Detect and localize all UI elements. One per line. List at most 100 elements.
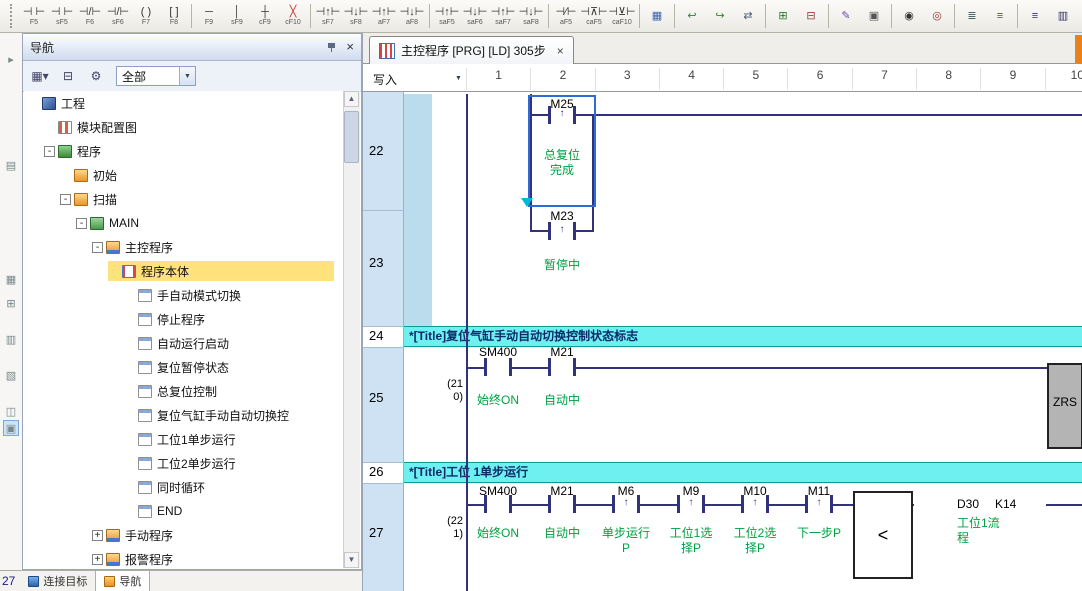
scrollbar-thumb[interactable] <box>344 111 359 163</box>
chevron-down-icon[interactable]: ▼ <box>455 75 462 82</box>
dock-icon-3[interactable]: ▦ <box>3 272 19 288</box>
closed-contact-button[interactable]: ⊣/⊢F6 <box>76 1 104 32</box>
or-falling-pulse-closed-button[interactable]: ⊣↓⊢saF8 <box>517 1 545 32</box>
insert-row-button[interactable]: ⊞ <box>769 1 797 32</box>
dock-icon-7[interactable]: ◫ <box>3 404 19 420</box>
tree-scrollbar[interactable]: ▲ ▼ <box>343 91 360 568</box>
rung-title-row[interactable]: *[Title]复位气缸手动自动切换控制状态标志 <box>404 326 1082 347</box>
or-rising-pulse-button[interactable]: ⊣↑⊢aF7 <box>370 1 398 32</box>
coil-button[interactable]: ( )F7 <box>132 1 160 32</box>
find-replace-button[interactable]: ◎ <box>923 1 951 32</box>
dock-icon-8[interactable]: ▣ <box>3 420 19 436</box>
dock-icon-5[interactable]: ▥ <box>3 332 19 348</box>
contact-M21[interactable] <box>548 358 576 376</box>
invert-operation-button[interactable]: ⊣∕⊢aF5 <box>552 1 580 32</box>
expand-collapse-icon[interactable]: - <box>44 146 55 157</box>
recalculate-line-button[interactable]: ⇄ <box>734 1 762 32</box>
tree-item-alarm-program[interactable]: + 报警程序 <box>24 547 344 568</box>
tab-connection-destination[interactable]: 连接目标 <box>20 571 95 591</box>
settings-gear-icon[interactable]: ⚙ <box>83 64 109 88</box>
wrap-create-button[interactable]: ↩ <box>678 1 706 32</box>
rung-title-row[interactable]: *[Title]工位 1单步运行 <box>404 462 1082 483</box>
tree-item-total-reset-control[interactable]: 总复位控制 <box>24 379 344 403</box>
tree-item-end[interactable]: END <box>24 499 344 523</box>
falling-pulse-contact-button[interactable]: ⊣↓⊢sF8 <box>342 1 370 32</box>
dock-icon-2[interactable]: ▤ <box>3 158 19 174</box>
tree-item-reset-pause-state[interactable]: 复位暂停状态 <box>24 355 344 379</box>
expand-collapse-icon[interactable]: - <box>60 194 71 205</box>
column-header: 8 <box>916 68 980 90</box>
convert-falling-button[interactable]: ⊣⊻⊢caF10 <box>608 1 636 32</box>
or-open-contact-button[interactable]: ⊣ ⊢sF5 <box>48 1 76 32</box>
expand-collapse-icon[interactable]: + <box>92 530 103 541</box>
display-mode-button[interactable]: ▦▾ <box>27 64 53 88</box>
find-device-button[interactable]: ◉ <box>895 1 923 32</box>
split-window-button[interactable]: ▥ <box>1049 1 1077 32</box>
delete-horizontal-line-button[interactable]: ┼cF9 <box>251 1 279 32</box>
tree-item-main-control-program[interactable]: - 主控程序 <box>24 235 344 259</box>
statement-display-button[interactable]: ≡ <box>986 1 1014 32</box>
device-label: M21 <box>534 345 590 359</box>
tree-item-manual-auto-mode-switch[interactable]: 手自动模式切换 <box>24 283 344 307</box>
tree-item-program[interactable]: - 程序 <box>24 139 344 163</box>
or-rising-pulse-closed-button[interactable]: ⊣↑⊢saF7 <box>489 1 517 32</box>
tree-item-program-body[interactable]: 程序本体 <box>24 259 344 283</box>
or-closed-contact-button[interactable]: ⊣/⊢sF6 <box>104 1 132 32</box>
application-instruction-button[interactable]: [ ]F8 <box>160 1 188 32</box>
tree-item-auto-run-start[interactable]: 自动运行启动 <box>24 331 344 355</box>
tree-item-project[interactable]: 工程 <box>24 91 344 115</box>
inline-structured-text-button[interactable]: ▦ <box>643 1 671 32</box>
expand-collapse-icon[interactable]: - <box>76 218 87 229</box>
toolbar-button-icon: ⇄ <box>743 10 752 23</box>
close-tab-icon[interactable]: × <box>557 44 564 58</box>
dock-icon-4[interactable]: ⊞ <box>3 296 19 312</box>
tab-navigation[interactable]: 导航 <box>95 571 150 591</box>
rising-pulse-closed-button[interactable]: ⊣↑⊢saF5 <box>433 1 461 32</box>
tree-item-station1-single-step[interactable]: 工位1单步运行 <box>24 427 344 451</box>
tree-item-station2-single-step[interactable]: 工位2单步运行 <box>24 451 344 475</box>
document-tab[interactable]: 主控程序 [PRG] [LD] 305步 × <box>369 36 574 64</box>
tree-item-initial[interactable]: 初始 <box>24 163 344 187</box>
tree-item-scan[interactable]: - 扫描 <box>24 187 344 211</box>
display-lines-button[interactable]: ≡ <box>1021 1 1049 32</box>
tree-item-module-config[interactable]: 模块配置图 <box>24 115 344 139</box>
contact-SM400[interactable] <box>484 358 512 376</box>
tree-item-simultaneous-cycle[interactable]: 同时循环 <box>24 475 344 499</box>
scroll-up-icon[interactable]: ▲ <box>344 91 359 107</box>
tree-item-reset-cylinder-switch[interactable]: 复位气缸手动自动切换控 <box>24 403 344 427</box>
chevron-down-icon[interactable]: ▼ <box>179 67 195 85</box>
vertical-line-button[interactable]: │sF9 <box>223 1 251 32</box>
expand-collapse-icon[interactable]: + <box>92 554 103 565</box>
convert-rising-button[interactable]: ⊣⊼⊢caF5 <box>580 1 608 32</box>
toolbar-button-icon: ≡ <box>997 10 1003 23</box>
tree-item-manual-program[interactable]: + 手动程序 <box>24 523 344 547</box>
dock-icon-6[interactable]: ▧ <box>3 368 19 384</box>
open-contact-button[interactable]: ⊣ ⊢F5 <box>20 1 48 32</box>
expand-collapse-icon[interactable]: - <box>92 242 103 253</box>
rising-pulse-contact-button[interactable]: ⊣↑⊢sF7 <box>314 1 342 32</box>
toolbar-button-icon: ⊣↓⊢ <box>400 6 425 19</box>
collapse-all-button[interactable]: ⊟ <box>55 64 81 88</box>
compare-instruction-block[interactable]: < <box>853 491 913 579</box>
instruction-block-zrst[interactable]: ZRS <box>1047 363 1082 449</box>
close-icon[interactable]: × <box>346 41 354 53</box>
filter-select[interactable]: 全部 ▼ <box>116 66 196 86</box>
toolbar-button-icon: ⊣↑⊢ <box>316 6 341 19</box>
dock-icon-1[interactable]: ▸ <box>3 52 19 68</box>
scroll-down-icon[interactable]: ▼ <box>344 552 359 568</box>
horizontal-line-button[interactable]: ─F9 <box>195 1 223 32</box>
or-falling-pulse-button[interactable]: ⊣↓⊢aF8 <box>398 1 426 32</box>
wrap-delete-button[interactable]: ↪ <box>706 1 734 32</box>
copy-document-button[interactable]: ▣ <box>860 1 888 32</box>
delete-vertical-line-button[interactable]: ╳cF10 <box>279 1 307 32</box>
toolbar-drag-handle[interactable] <box>10 4 16 28</box>
tree-item-main[interactable]: - MAIN <box>24 211 344 235</box>
device-comment-display-button[interactable]: ≣ <box>958 1 986 32</box>
edit-mode-button[interactable]: ✎ <box>832 1 860 32</box>
contact-M23[interactable]: ↑ <box>548 222 576 240</box>
pin-icon[interactable] <box>326 42 337 53</box>
ladder-grid[interactable]: 22 23 24 25 26 27 *[Title]复位气缸手动自动切换控制状态… <box>363 92 1082 591</box>
falling-pulse-closed-button[interactable]: ⊣↓⊢saF6 <box>461 1 489 32</box>
delete-row-button[interactable]: ⊟ <box>797 1 825 32</box>
tree-item-stop-program[interactable]: 停止程序 <box>24 307 344 331</box>
